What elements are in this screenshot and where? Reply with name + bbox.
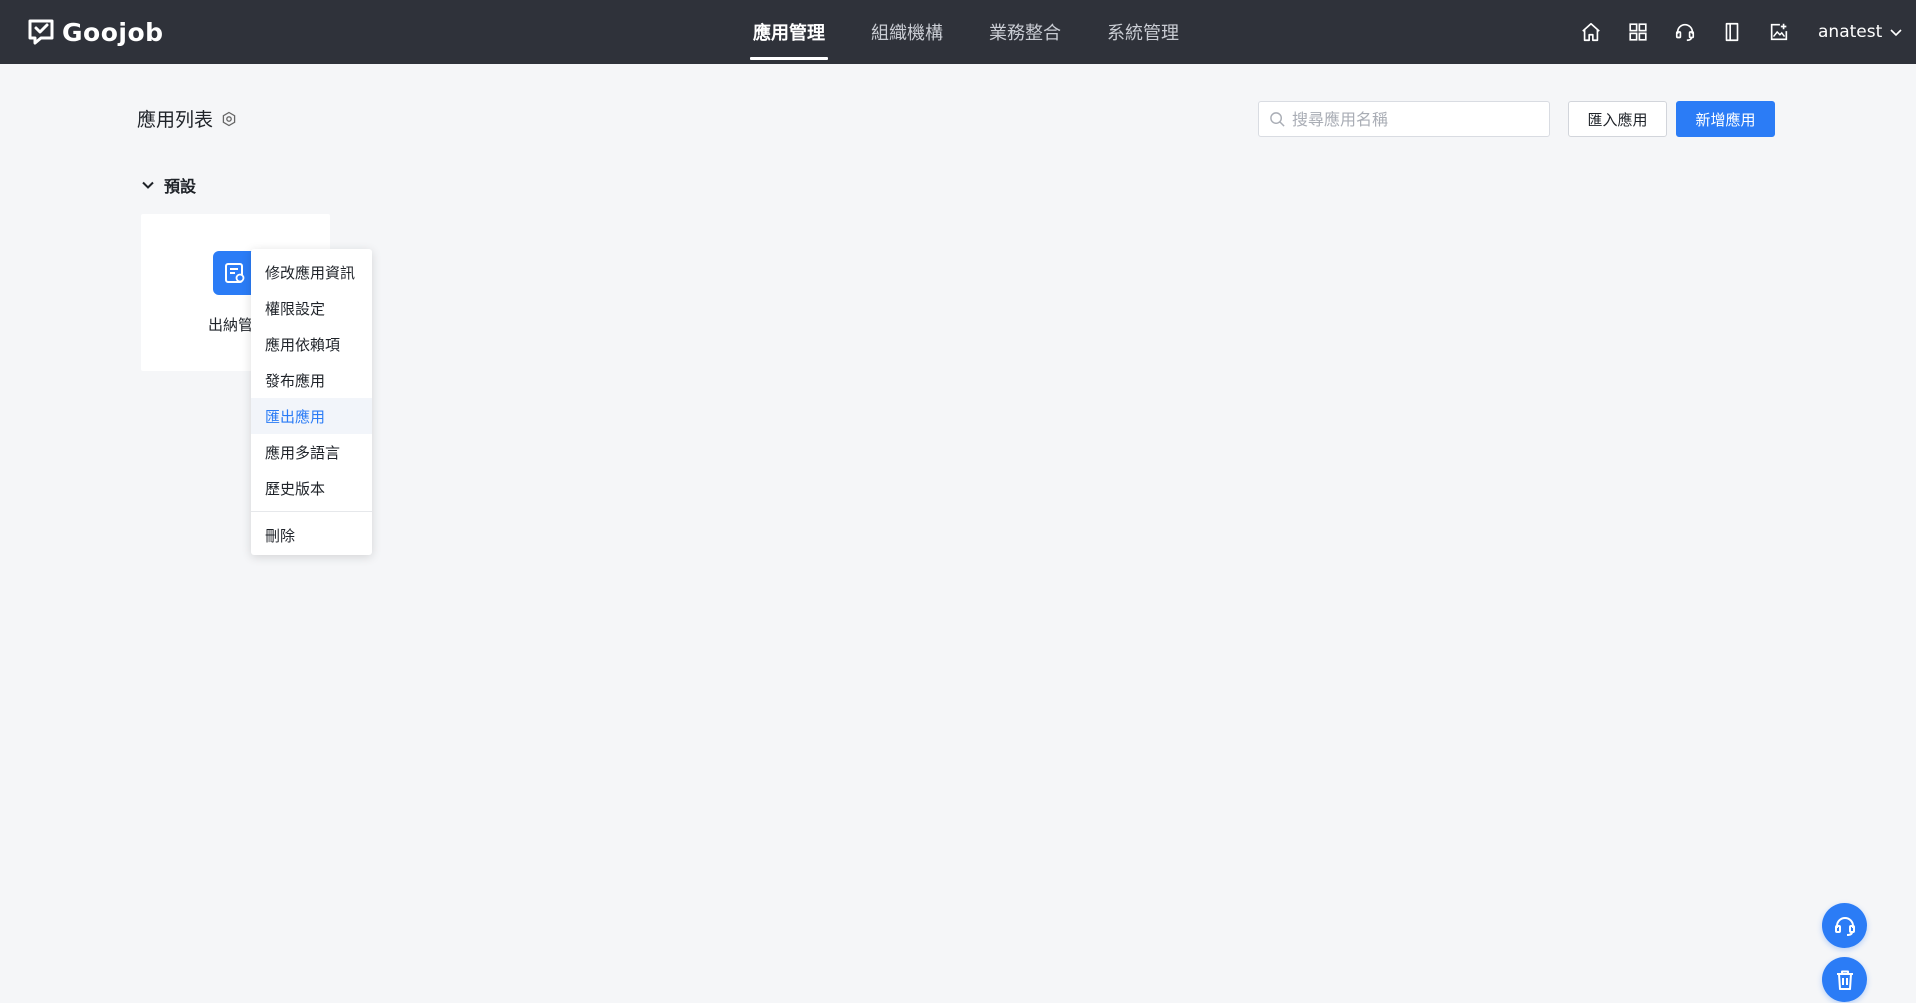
menu-item-history[interactable]: 歷史版本 <box>251 470 372 506</box>
app-name: 出納管 <box>208 316 254 334</box>
main-nav: 應用管理 組織機構 業務整合 系統管理 <box>730 0 1202 64</box>
new-app-button[interactable]: 新增應用 <box>1676 101 1775 137</box>
chevron-down-icon <box>1890 29 1902 37</box>
settings-hexagon-icon[interactable] <box>221 111 237 127</box>
image-edit-icon[interactable] <box>1764 17 1794 47</box>
menu-item-edit-info[interactable]: 修改應用資訊 <box>251 254 372 290</box>
page-title-row: 應用列表 <box>137 105 237 132</box>
headset-icon <box>1834 916 1855 936</box>
menu-item-multilanguage[interactable]: 應用多語言 <box>251 434 372 470</box>
home-icon[interactable] <box>1576 17 1606 47</box>
grid-icon[interactable] <box>1623 17 1653 47</box>
goojob-logo-icon <box>28 19 54 45</box>
search-input[interactable] <box>1292 109 1532 129</box>
tab-system-management[interactable]: 系統管理 <box>1084 0 1202 64</box>
brand-name: Goojob <box>62 17 164 47</box>
import-app-button[interactable]: 匯入應用 <box>1568 101 1667 137</box>
top-nav-bar: Goojob 應用管理 組織機構 業務整合 系統管理 anatest <box>0 0 1916 64</box>
search-box[interactable] <box>1258 101 1550 137</box>
document-settings-icon <box>225 263 245 283</box>
brand-logo[interactable]: Goojob <box>26 14 164 50</box>
menu-item-publish[interactable]: 發布應用 <box>251 362 372 398</box>
group-header-default[interactable]: 預設 <box>140 173 196 197</box>
page-title: 應用列表 <box>137 109 214 131</box>
menu-item-export[interactable]: 匯出應用 <box>251 398 372 434</box>
user-menu[interactable]: anatest <box>1818 16 1904 48</box>
book-icon[interactable] <box>1717 17 1747 47</box>
tab-business-integration[interactable]: 業務整合 <box>966 0 1084 64</box>
menu-item-dependencies[interactable]: 應用依賴項 <box>251 326 372 362</box>
menu-divider <box>251 511 372 512</box>
support-fab[interactable] <box>1822 903 1867 948</box>
menu-item-permissions[interactable]: 權限設定 <box>251 290 372 326</box>
trash-icon <box>1836 970 1853 990</box>
chevron-down-icon <box>142 181 154 189</box>
username: anatest <box>1818 22 1883 42</box>
search-icon <box>1270 111 1285 127</box>
app-context-menu: 修改應用資訊 權限設定 應用依賴項 發布應用 匯出應用 應用多語言 歷史版本 刪… <box>251 249 372 555</box>
group-label: 預設 <box>164 177 197 196</box>
tab-app-management[interactable]: 應用管理 <box>730 0 848 64</box>
header-icon-group <box>1576 16 1794 48</box>
headset-icon[interactable] <box>1670 17 1700 47</box>
trash-fab[interactable] <box>1822 957 1867 1002</box>
tab-organization[interactable]: 組織機構 <box>848 0 966 64</box>
menu-item-delete[interactable]: 刪除 <box>251 517 372 553</box>
